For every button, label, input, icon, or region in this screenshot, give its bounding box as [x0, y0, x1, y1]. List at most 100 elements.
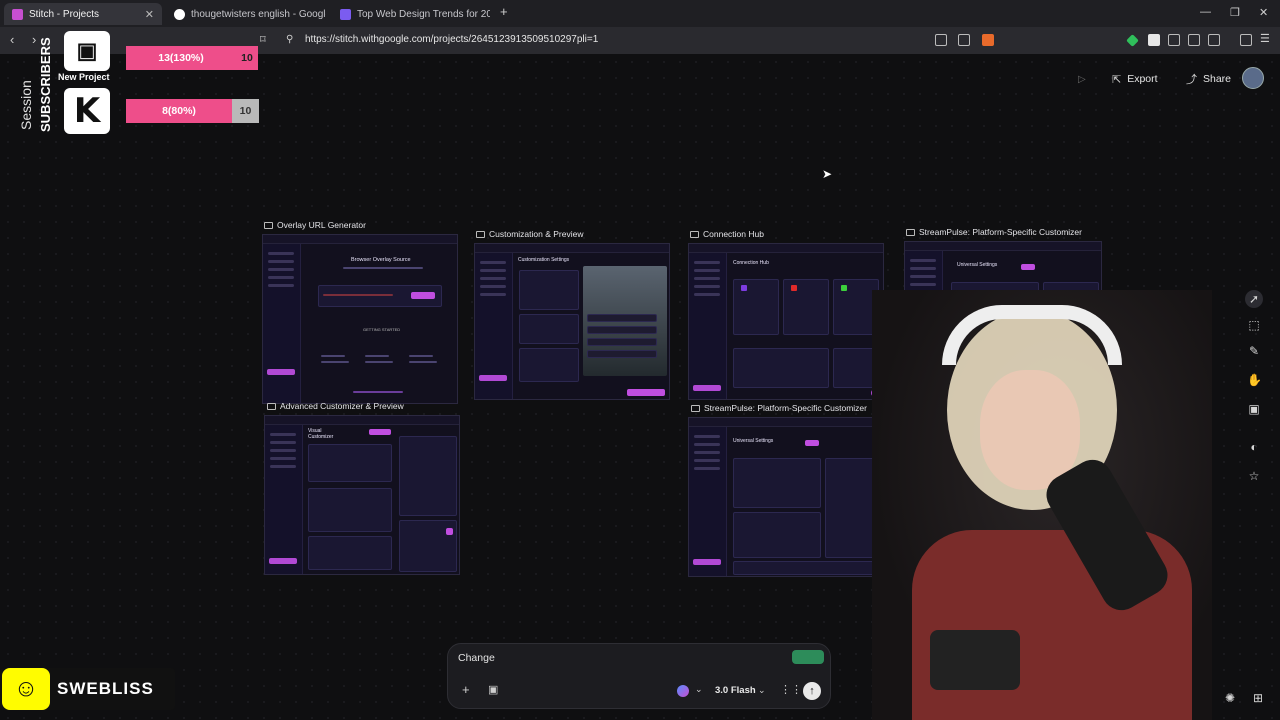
select-tool-icon[interactable]: ➚ [1245, 290, 1263, 308]
url-field[interactable]: https://stitch.withgoogle.com/projects/2… [305, 34, 598, 45]
export-label: Export [1127, 73, 1158, 85]
frame-customization-preview[interactable]: Customization Settings [474, 243, 670, 400]
brave-shield-icon[interactable] [982, 34, 994, 46]
frame-icon [264, 221, 273, 229]
google-favicon-icon [174, 8, 185, 20]
frame-connection-hub[interactable]: Connection Hub [688, 243, 884, 400]
frame-label[interactable]: Advanced Customizer & Preview [267, 401, 404, 411]
browser-tab-bar: Stitch - Projects ✕ thougetwisters engli… [0, 0, 1280, 27]
frame-icon [267, 402, 276, 410]
frame-title: Customization & Preview [489, 229, 584, 239]
frame-overlay-url-generator[interactable]: Browser Overlay Source GETTING STARTED [262, 234, 458, 404]
star-icon[interactable]: ☆ [1247, 469, 1261, 483]
session-label: Session [18, 80, 34, 130]
site-info-icon[interactable]: ⚲ [286, 34, 293, 45]
frame-heading: Connection Hub [733, 260, 769, 266]
maximize-icon[interactable]: ❐ [1230, 6, 1240, 19]
send-button[interactable]: ↑ [803, 682, 821, 700]
share-label: Share [1203, 73, 1232, 85]
frame-title: Advanced Customizer & Preview [280, 401, 404, 411]
share-page-icon[interactable] [958, 34, 970, 46]
frame-label[interactable]: Connection Hub [690, 229, 764, 239]
frame-title: StreamPulse: Platform-Specific Customize… [704, 403, 867, 413]
frame-heading: Universal Settings [957, 262, 998, 268]
phone [930, 630, 1020, 690]
frame-label[interactable]: StreamPulse: Platform-Specific Customize… [691, 403, 867, 413]
new-project-label: New Project [58, 72, 110, 82]
subscriber-goal-bar: 8(80%) [126, 99, 232, 123]
avatar[interactable] [1242, 67, 1264, 89]
palette-icon[interactable]: ◐ [1247, 440, 1261, 454]
frame-icon [691, 404, 700, 412]
grammar-extension-icon[interactable] [792, 650, 824, 664]
hand-tool-icon[interactable]: ✋ [1247, 373, 1262, 387]
audio-icon[interactable]: ⋮⋮ [780, 683, 802, 696]
add-icon[interactable]: + [462, 682, 470, 697]
extension-icon[interactable] [1168, 34, 1180, 46]
figma-favicon-icon [340, 8, 351, 20]
twitch-logo-icon: ▣ [64, 31, 110, 71]
menu-icon[interactable]: ☰ [1260, 32, 1270, 45]
subscriber-goal-target: 10 [232, 99, 259, 123]
frame-label[interactable]: Overlay URL Generator [264, 220, 366, 230]
pen-tool-icon[interactable]: ✎ [1247, 344, 1261, 358]
model-selector[interactable]: 3.0 Flash [715, 685, 756, 696]
frame-icon [906, 228, 915, 236]
webcam-overlay [872, 290, 1212, 720]
new-tab-icon[interactable]: + [500, 4, 508, 19]
export-button[interactable]: ⇱ Export [1112, 71, 1158, 87]
chevron-down-icon[interactable]: ⌄ [758, 685, 766, 696]
screen-icon[interactable] [935, 34, 947, 46]
frame-advanced-customizer[interactable]: Visual Customizer [264, 415, 460, 575]
subscribers-label: SUBSCRIBERS [38, 37, 53, 132]
close-tab-icon[interactable]: ✕ [145, 8, 154, 21]
tab-google[interactable]: thougetwisters english - Google Sea [166, 3, 326, 25]
snapchat-username: SWEBLISS [57, 679, 154, 698]
close-window-icon[interactable]: ✕ [1259, 6, 1268, 19]
tab-label: Stitch - Projects [29, 8, 100, 20]
tab-label: thougetwisters english - Google Sea [191, 8, 326, 20]
share-icon: ⤴ [1186, 74, 1197, 86]
sidebar-icon[interactable] [1240, 34, 1252, 46]
settings-icon[interactable]: ✺ [1223, 691, 1237, 705]
frame-subheading: GETTING STARTED [363, 327, 401, 332]
stitch-favicon-icon [12, 8, 23, 20]
frame-label[interactable]: Customization & Preview [476, 229, 583, 239]
frame-icon [476, 230, 485, 238]
frame-heading: Visual Customizer [308, 428, 334, 440]
play-icon[interactable]: ▷ [1078, 71, 1086, 87]
extension-icon[interactable] [1126, 34, 1139, 47]
model-gem-icon [677, 685, 689, 697]
frame-tool-icon[interactable]: ⬚ [1247, 318, 1261, 332]
prompt-input[interactable]: Change [458, 652, 495, 664]
frame-heading: Universal Settings [733, 438, 774, 444]
frame-streampulse-customizer-2[interactable]: Universal Settings [688, 417, 886, 577]
image-tool-icon[interactable]: ▣ [1247, 402, 1261, 416]
tab-label: Top Web Design Trends for 2026 | Fig [357, 8, 490, 20]
frame-title: Overlay URL Generator [277, 220, 366, 230]
prompt-box: Change + ▣ ⌄ 3.0 Flash ⌄ ⋮⋮ ↑ [447, 643, 831, 709]
frame-icon [690, 230, 699, 238]
tab-figma[interactable]: Top Web Design Trends for 2026 | Fig [332, 3, 490, 25]
snapchat-overlay: ☺ SWEBLISS [0, 668, 175, 710]
bookmark-icon[interactable]: ⌑ [260, 33, 266, 46]
tab-stitch[interactable]: Stitch - Projects ✕ [4, 3, 162, 25]
snapchat-ghost-icon: ☺ [2, 668, 50, 710]
frame-title: StreamPulse: Platform-Specific Customize… [919, 227, 1082, 237]
frame-heading: Customization Settings [518, 257, 570, 263]
subscribers-overlay: Session SUBSCRIBERS [0, 30, 62, 150]
export-icon: ⇱ [1112, 73, 1122, 86]
extensions-puzzle-icon[interactable] [1188, 34, 1200, 46]
headset [942, 305, 1122, 365]
frame-title: Connection Hub [703, 229, 764, 239]
wallet-icon[interactable] [1208, 34, 1220, 46]
frame-label[interactable]: StreamPulse: Platform-Specific Customize… [906, 227, 1082, 237]
subscriber-goal-bar: 13(130%) [126, 46, 236, 70]
grid-icon[interactable]: ⊞ [1251, 691, 1265, 705]
subscriber-goal-target: 10 [236, 46, 258, 70]
share-button[interactable]: ⤴ Share [1186, 71, 1231, 87]
chevron-down-icon[interactable]: ⌄ [695, 684, 703, 695]
minimize-icon[interactable]: — [1200, 6, 1211, 18]
extension-icon[interactable] [1148, 34, 1160, 46]
attach-image-icon[interactable]: ▣ [488, 683, 498, 696]
